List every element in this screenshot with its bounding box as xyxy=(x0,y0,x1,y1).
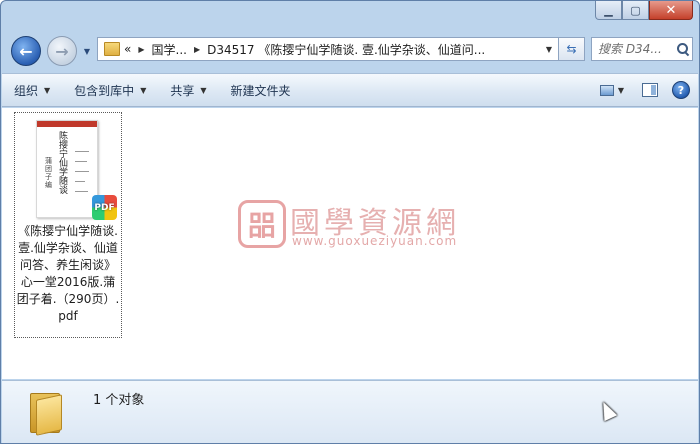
preview-pane-button[interactable] xyxy=(642,83,658,97)
thumbnail-red-band xyxy=(37,121,97,127)
minimize-button[interactable]: ▁ xyxy=(595,1,622,20)
close-button[interactable]: ✕ xyxy=(649,1,693,20)
caption-buttons: ▁ ▢ ✕ xyxy=(595,1,693,21)
details-pane: 1 个对象 xyxy=(2,380,698,443)
chevron-down-icon: ▼ xyxy=(83,46,91,56)
new-folder-button[interactable]: 新建文件夹 xyxy=(219,77,303,103)
maximize-icon: ▢ xyxy=(630,3,641,17)
refresh-button[interactable]: ⇆ xyxy=(559,37,585,61)
search-input[interactable] xyxy=(598,42,674,56)
share-menu[interactable]: 共享 ▼ xyxy=(158,77,218,103)
view-options-dropdown[interactable]: ▼ xyxy=(618,86,624,95)
chevron-down-icon: ▼ xyxy=(545,44,553,54)
item-count: 1 个对象 xyxy=(93,393,145,408)
refresh-icon: ⇆ xyxy=(566,42,577,56)
recent-pages-button[interactable]: ▼ xyxy=(81,45,93,57)
watermark-url: www.guoxueziyuan.com xyxy=(292,234,458,248)
back-button[interactable]: ← xyxy=(11,36,41,66)
breadcrumb-item-current[interactable]: D34517 《陈撄宁仙学随谈. 壹.仙学杂谈、仙道问... xyxy=(203,38,489,60)
pdf-file-icon: PDF xyxy=(92,195,117,220)
forward-button[interactable]: → xyxy=(47,36,77,66)
include-in-library-menu[interactable]: 包含到库中 ▼ xyxy=(62,77,158,103)
chevron-right-icon[interactable]: ▶ xyxy=(135,45,147,54)
thumbnail-text-line xyxy=(75,191,88,192)
view-controls: ▼ ? xyxy=(599,81,698,99)
watermark-seal-icon: 㗊 xyxy=(238,200,286,248)
breadcrumb-overflow[interactable]: « xyxy=(120,38,135,60)
mouse-cursor-icon xyxy=(596,398,618,422)
thumbnail-text-line xyxy=(75,151,89,152)
organize-label: 组织 xyxy=(14,83,39,98)
thumbnail-author: 蒲团子编 xyxy=(45,157,52,189)
file-list-area[interactable]: 陈撄宁仙学随谈 蒲团子编 PDF 《陈撄宁仙学随谈. 壹.仙学杂谈、仙道问答、养… xyxy=(2,108,698,379)
thumbnail-title: 陈撄宁仙学随谈 xyxy=(59,132,69,196)
chevron-right-icon[interactable]: ▶ xyxy=(191,45,203,54)
thumbnail-text-line xyxy=(75,161,87,162)
folder-icon xyxy=(104,42,120,56)
organize-menu[interactable]: 组织 ▼ xyxy=(2,77,62,103)
explorer-window: ▁ ▢ ✕ ← → ▼ « ▶ 国学... ▶ D34517 《陈撄宁仙学随谈.… xyxy=(0,0,700,444)
folder-icon xyxy=(30,387,64,436)
include-in-library-label: 包含到库中 xyxy=(74,83,135,98)
navigation-bar: ← → ▼ « ▶ 国学... ▶ D34517 《陈撄宁仙学随谈. 壹.仙学杂… xyxy=(1,29,699,69)
change-view-button[interactable] xyxy=(599,84,614,96)
search-box xyxy=(591,37,693,61)
arrow-right-icon: → xyxy=(55,41,69,61)
breadcrumb-item-parent[interactable]: 国学... xyxy=(148,38,191,60)
thumbnail-text-line xyxy=(75,181,85,182)
chevron-down-icon: ▼ xyxy=(200,85,207,95)
chevron-down-icon: ▼ xyxy=(140,85,147,95)
share-label: 共享 xyxy=(170,83,195,98)
pdf-thumbnail: 陈撄宁仙学随谈 蒲团子编 xyxy=(36,120,98,218)
address-dropdown-button[interactable]: ▼ xyxy=(540,38,558,60)
maximize-button[interactable]: ▢ xyxy=(622,1,649,20)
arrow-left-icon: ← xyxy=(19,41,33,61)
search-icon[interactable] xyxy=(676,42,690,56)
file-name[interactable]: 《陈撄宁仙学随谈. 壹.仙学杂谈、仙道问答、养生闲谈》心一堂2016版.蒲团子着… xyxy=(16,223,120,325)
help-icon: ? xyxy=(677,83,685,97)
folder-front xyxy=(36,394,62,436)
command-bar: 组织 ▼ 包含到库中 ▼ 共享 ▼ 新建文件夹 ▼ ? xyxy=(2,73,698,107)
help-button[interactable]: ? xyxy=(672,81,690,99)
chevron-down-icon: ▼ xyxy=(44,85,51,95)
close-icon: ✕ xyxy=(665,2,677,18)
file-item[interactable]: 陈撄宁仙学随谈 蒲团子编 PDF 《陈撄宁仙学随谈. 壹.仙学杂谈、仙道问答、养… xyxy=(14,112,122,338)
pdf-badge-label: PDF xyxy=(94,202,115,213)
watermark-seal-char: 㗊 xyxy=(247,209,276,242)
new-folder-label: 新建文件夹 xyxy=(230,83,291,98)
thumbnail-text-line xyxy=(75,171,89,172)
minimize-icon: ▁ xyxy=(604,3,613,17)
address-bar[interactable]: « ▶ 国学... ▶ D34517 《陈撄宁仙学随谈. 壹.仙学杂谈、仙道问.… xyxy=(97,37,559,61)
